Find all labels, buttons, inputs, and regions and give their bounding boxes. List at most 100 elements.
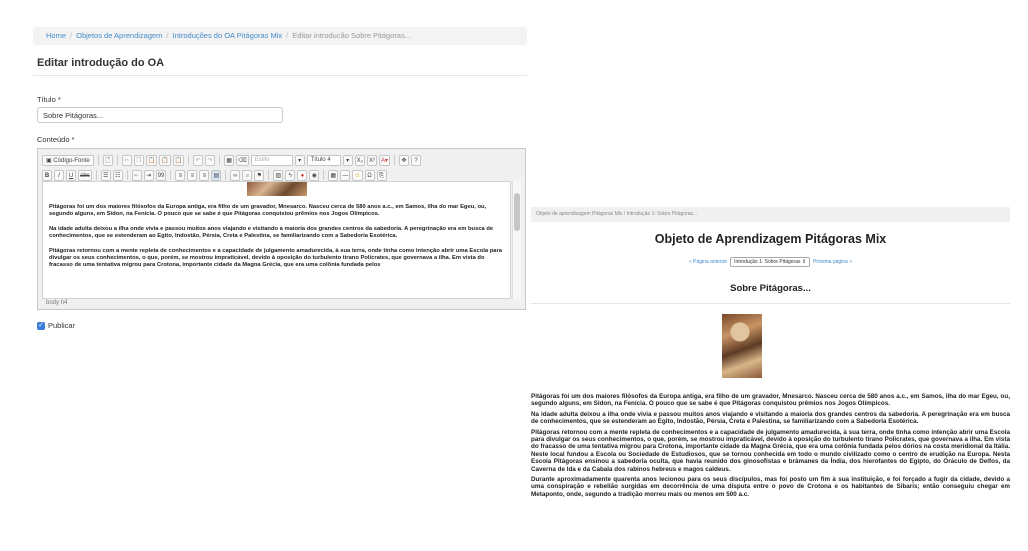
underline-button[interactable]: U: [66, 169, 76, 181]
previous-page-link[interactable]: « Página anterior: [689, 259, 727, 265]
style-select-label: Estilo: [254, 156, 270, 163]
toolbar-separator: [225, 170, 227, 180]
text-color-button[interactable]: A▾: [378, 154, 391, 166]
unlink-button[interactable]: ⌀: [242, 169, 253, 181]
toolbar-separator: [126, 170, 128, 180]
title-label: Título *: [37, 95, 61, 104]
select-all-button[interactable]: ▦: [224, 154, 235, 166]
unlink-icon: ⌀: [245, 172, 250, 179]
image-button[interactable]: ▨: [273, 169, 284, 181]
preview-subtitle: Sobre Pitágoras...: [730, 283, 811, 294]
page-select[interactable]: Introdução 1: Sobre Pitágoras ⇕: [730, 257, 811, 267]
media-button[interactable]: ◉: [309, 169, 320, 181]
special-char-button[interactable]: Ω: [364, 169, 375, 181]
redo-button[interactable]: ↷: [205, 154, 216, 166]
page-break-button[interactable]: ⎘: [376, 169, 387, 181]
new-page-button[interactable]: 🗋: [102, 154, 113, 166]
divider: [33, 75, 527, 76]
outdent-button[interactable]: ⇤: [131, 169, 142, 181]
youtube-button[interactable]: ●: [297, 169, 308, 181]
strike-button[interactable]: abc: [78, 169, 92, 181]
breadcrumb-objetos-link[interactable]: Objetos de Aprendizagem: [76, 31, 162, 40]
format-select[interactable]: Título 4: [306, 154, 341, 166]
link-button[interactable]: ∞: [230, 169, 241, 181]
toolbar-separator: [323, 170, 325, 180]
paste-text-icon: 📋: [161, 157, 169, 164]
format-select-label: Título 4: [310, 156, 331, 163]
align-right-icon: ≡: [202, 172, 207, 179]
breadcrumb-separator: /: [286, 31, 289, 40]
breadcrumb-separator: /: [70, 31, 73, 40]
paste-word-button[interactable]: 📋: [172, 154, 185, 166]
toolbar-separator: [219, 155, 221, 165]
align-center-button[interactable]: ≡: [187, 169, 198, 181]
preview-divider: [531, 303, 1010, 304]
source-icon: ▣: [46, 157, 52, 164]
align-left-button[interactable]: ≡: [175, 169, 186, 181]
about-button[interactable]: ?: [411, 154, 422, 166]
preview-paragraph: Pitágoras retornou com a mente repleta d…: [531, 428, 1010, 473]
outdent-icon: ⇤: [134, 172, 140, 179]
italic-button[interactable]: I: [54, 169, 64, 181]
preview-content: Pitágoras foi um dos maiores filósofos d…: [531, 393, 1010, 501]
copy-icon: ❐: [136, 157, 142, 164]
select-all-icon: ▦: [226, 157, 232, 164]
horizontal-rule-button[interactable]: —: [340, 169, 351, 181]
source-button[interactable]: ▣ Código-Fonte: [42, 154, 94, 166]
table-icon: ▦: [330, 172, 337, 179]
next-page-link[interactable]: Próxima página »: [813, 259, 852, 265]
bulleted-list-button[interactable]: ☷: [112, 169, 123, 181]
breadcrumb: Home / Objetos de Aprendizagem / Introduções…: [33, 27, 527, 45]
style-select[interactable]: Estilo: [250, 154, 293, 166]
subscript-button[interactable]: X₂: [354, 154, 365, 166]
editor-paragraph: Pitágoras foi um dos maiores filósofos d…: [49, 204, 487, 217]
link-icon: ∞: [233, 172, 238, 179]
numbered-list-button[interactable]: ☰: [100, 169, 111, 181]
image-icon: ▨: [275, 172, 282, 179]
preview-paragraph: Durante aproximadamente quarenta anos le…: [531, 476, 1010, 498]
publish-checkbox-group[interactable]: ✓ Publicar: [37, 321, 75, 330]
paste-icon: 📋: [147, 157, 156, 164]
title-input[interactable]: [37, 107, 283, 123]
flash-button[interactable]: ϟ: [285, 169, 296, 181]
paste-button[interactable]: 📋: [145, 154, 158, 166]
bold-button[interactable]: B: [42, 169, 52, 181]
blockquote-button[interactable]: 99: [155, 169, 167, 181]
toolbar-separator: [116, 155, 118, 165]
superscript-button[interactable]: X²: [366, 154, 377, 166]
maximize-button[interactable]: ✥: [399, 154, 410, 166]
media-icon: ◉: [311, 172, 317, 179]
breadcrumb-introducoes-link[interactable]: Introduções do OA Pitágoras Mix: [173, 31, 283, 40]
paste-text-button[interactable]: 📋: [159, 154, 171, 166]
editor-content-area[interactable]: Pitágoras foi um dos maiores filósofos d…: [42, 181, 511, 299]
indent-button[interactable]: ⇥: [143, 169, 154, 181]
style-dropdown-button[interactable]: ▾: [294, 154, 305, 166]
editor-scrollbar[interactable]: [512, 181, 521, 299]
preview-paragraph: Pitágoras foi um dos maiores filósofos d…: [531, 393, 1010, 408]
breadcrumb-home-link[interactable]: Home: [46, 31, 66, 40]
page-break-icon: ⎘: [379, 172, 384, 179]
remove-format-button[interactable]: ⌫: [236, 154, 249, 166]
cut-button[interactable]: ✂: [121, 154, 132, 166]
publish-checkbox[interactable]: ✓: [37, 321, 45, 330]
justify-button[interactable]: ▤: [211, 169, 222, 181]
editor-status-path[interactable]: body h4: [46, 300, 67, 306]
align-right-button[interactable]: ≡: [199, 169, 210, 181]
preview-paragraph: Na idade adulta deixou a ilha onde vivia…: [531, 410, 1010, 426]
format-dropdown-button[interactable]: ▾: [342, 154, 353, 166]
flag-icon: ⚑: [256, 172, 263, 179]
undo-button[interactable]: ↶: [193, 154, 204, 166]
bulleted-list-icon: ☷: [114, 172, 121, 179]
pythagoras-image: [246, 182, 307, 196]
copy-button[interactable]: ❐: [133, 154, 144, 166]
horizontal-rule-icon: —: [342, 172, 349, 179]
toolbar-separator: [394, 155, 396, 165]
smiley-button[interactable]: ☺: [352, 169, 363, 181]
scrollbar-thumb[interactable]: [514, 193, 520, 231]
table-button[interactable]: ▦: [328, 169, 339, 181]
anchor-button[interactable]: ⚑: [254, 169, 265, 181]
rich-text-editor: ▣ Código-Fonte 🗋 ✂ ❐ 📋 📋 📋 ↶ ↷ ▦ ⌫ Estil…: [37, 148, 526, 310]
editor-paragraph: Pitágoras retornou com a mente repleta d…: [49, 248, 502, 268]
numbered-list-icon: ☰: [102, 172, 109, 179]
maximize-icon: ✥: [401, 157, 407, 164]
